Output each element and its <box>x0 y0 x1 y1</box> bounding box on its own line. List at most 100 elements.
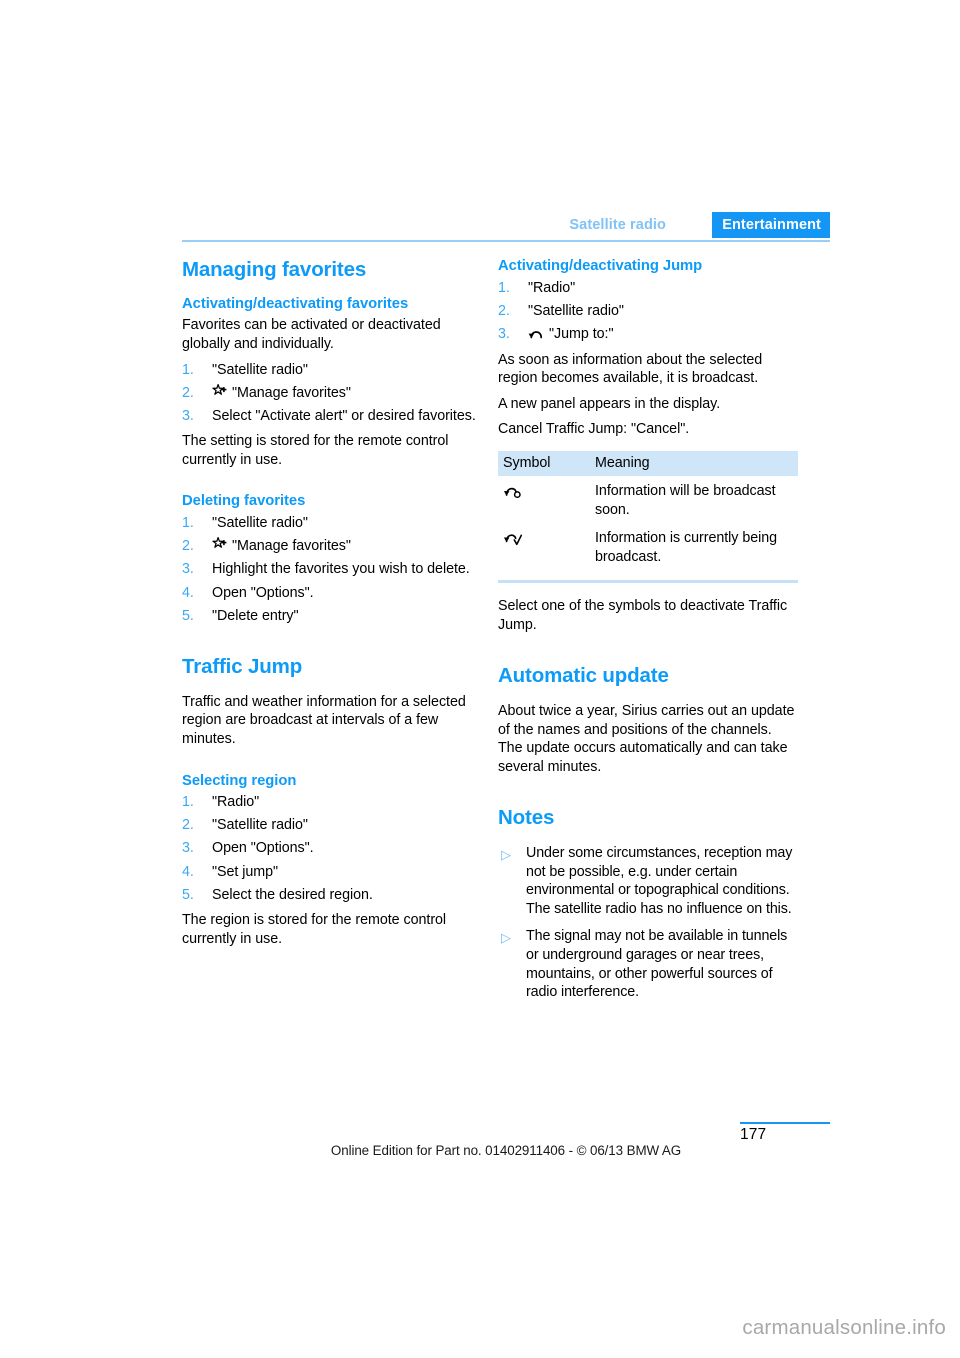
list-item: ▷ The signal may not be available in tunn… <box>498 927 798 1001</box>
paragraph-new-panel: A new panel appears in the display. <box>498 395 721 412</box>
list-item: 4. Open "Options". <box>182 584 482 603</box>
list-item: 1. "Satellite radio" <box>182 514 482 533</box>
steps-selecting-region: 1. "Radio" 2. "Satellite radio" 3. Open "Op… <box>182 793 482 904</box>
symbol-cell <box>498 523 587 570</box>
step-number: 2. <box>182 817 194 834</box>
jump-arch-circle-icon <box>503 482 523 499</box>
step-text: Select "Activate alert" or desired favor… <box>212 407 476 424</box>
step-number: 3. <box>182 840 194 857</box>
heading-activating-deactivating-favorites: Activating/deactivating favorites <box>182 295 409 312</box>
star-plus-icon <box>212 383 229 399</box>
paragraph-automatic-update: About twice a year, Sirius carries out a… <box>498 703 795 775</box>
step-number: 5. <box>182 607 194 624</box>
step-text: "Satellite radio" <box>212 817 308 834</box>
list-item: 3. Open "Options". <box>182 839 482 858</box>
triangle-bullet-icon: ▷ <box>501 846 511 862</box>
paragraph-jump-broadcast: As soon as information about the selecte… <box>498 351 763 387</box>
step-text: "Manage favorites" <box>232 384 351 401</box>
steps-deleting-favorites: 1. "Satellite radio" 2. "Manage favorites"… <box>182 514 482 625</box>
star-plus-icon <box>212 537 229 552</box>
header-section-tab: Entertainment <box>712 212 830 238</box>
list-item: 1. "Radio" <box>498 279 798 298</box>
page-title: Managing favorites <box>182 258 367 281</box>
step-text: "Manage favorites" <box>232 538 351 555</box>
list-item: 1. "Radio" <box>182 793 482 812</box>
step-text: "Radio" <box>212 794 260 811</box>
steps-activating-favorites: 1. "Satellite radio" 2. "Manage favorites"… <box>182 361 482 426</box>
jump-arch-icon <box>528 326 545 340</box>
section-title-automatic-update: Automatic update <box>498 664 669 688</box>
step-number: 1. <box>182 794 194 811</box>
list-item: 2. "Satellite radio" <box>498 302 798 321</box>
heading-activating-deactivating-jump: Activating/deactivating Jump <box>498 258 703 274</box>
meaning-cell: Information will be broadcast soon. <box>595 482 776 518</box>
step-text: "Satellite radio" <box>212 515 308 532</box>
note-text: The signal may not be available in tunne… <box>526 928 788 1001</box>
triangle-bullet-icon: ▷ <box>501 930 511 946</box>
step-number: 4. <box>182 863 194 880</box>
heading-selecting-region: Selecting region <box>182 772 297 789</box>
step-number: 1. <box>182 361 194 378</box>
table-row: Information will be broadcast soon. <box>498 476 798 523</box>
table-row: Information is currently being broadcast… <box>498 523 798 570</box>
step-text: "Delete entry" <box>212 607 299 624</box>
page-number: 177 <box>740 1126 767 1143</box>
symbol-cell <box>498 476 587 523</box>
jump-arch-check-icon <box>503 529 523 548</box>
list-item: 2. "Manage favorites" <box>182 537 482 556</box>
running-header: Satellite radio Entertainment <box>182 212 830 242</box>
step-text: "Jump to:" <box>549 325 614 342</box>
column-header-meaning: Meaning <box>587 450 798 476</box>
manual-page: Satellite radio Entertainment Managing f… <box>0 0 960 1358</box>
step-text: Open "Options". <box>212 584 314 601</box>
section-title-notes: Notes <box>498 806 555 830</box>
step-number: 2. <box>182 538 194 555</box>
list-item: 1. "Satellite radio" <box>182 361 482 380</box>
step-number: 3. <box>182 407 194 424</box>
watermark-label: carmanualsonline.info <box>742 1316 946 1339</box>
list-item: 3. "Jump to:" <box>498 325 798 344</box>
footer-edition-line: Online Edition for Part no. 01402911406 … <box>330 1143 682 1158</box>
meaning-cell: Information is currently being broadcast… <box>595 530 778 565</box>
page-number-rule <box>740 1122 830 1124</box>
column-header-symbol: Symbol <box>498 450 587 476</box>
header-rule <box>182 240 830 242</box>
right-column: Activating/deactivating Jump 1. "Radio" 2… <box>498 258 798 1011</box>
symbol-meaning-table: Symbol Meaning Information will be broad… <box>498 450 798 570</box>
section-title-traffic-jump: Traffic Jump <box>182 655 303 679</box>
list-item: 3. Highlight the favorites you wish to de… <box>182 560 482 579</box>
step-number: 1. <box>182 515 194 532</box>
step-number: 1. <box>498 279 510 296</box>
notes-list: ▷ Under some circumstances, reception may… <box>498 844 798 1002</box>
header-chapter-label: Satellite radio <box>569 217 666 233</box>
list-item: 5. "Delete entry" <box>182 607 482 626</box>
paragraph-deactivate-jump: Select one of the symbols to deactivate … <box>498 598 788 633</box>
step-text: Select the desired region. <box>212 886 373 903</box>
paragraph-region-outro: The region is stored for the remote cont… <box>182 912 447 947</box>
note-text: Under some circumstances, reception may … <box>526 844 793 917</box>
paragraph-traffic-jump-intro: Traffic and weather information for a se… <box>182 693 466 747</box>
heading-deleting-favorites: Deleting favorites <box>182 493 306 510</box>
list-item: 2. "Manage favorites" <box>182 383 482 403</box>
step-number: 3. <box>498 325 510 342</box>
list-item: 2. "Satellite radio" <box>182 816 482 835</box>
table-header-row: Symbol Meaning <box>498 450 798 476</box>
paragraph-cancel-jump: Cancel Traffic Jump: "Cancel". <box>498 421 690 438</box>
step-text: "Satellite radio" <box>528 302 624 319</box>
step-number: 3. <box>182 561 194 578</box>
list-item: 3. Select "Activate alert" or desired fav… <box>182 407 482 426</box>
step-number: 2. <box>182 384 194 401</box>
list-item: 5. Select the desired region. <box>182 886 482 905</box>
step-number: 2. <box>498 302 510 319</box>
paragraph-favorites-intro: Favorites can be activated or deactivate… <box>182 317 441 352</box>
step-number: 5. <box>182 886 194 903</box>
step-number: 4. <box>182 584 194 601</box>
step-text: Highlight the favorites you wish to dele… <box>212 561 470 578</box>
step-text: "Radio" <box>528 279 576 296</box>
paragraph-favorites-outro: The setting is stored for the remote con… <box>182 433 449 468</box>
left-column: Managing favorites Activating/deactivati… <box>182 258 482 955</box>
list-item: 4. "Set jump" <box>182 863 482 882</box>
step-text: "Satellite radio" <box>212 361 308 378</box>
steps-activating-jump: 1. "Radio" 2. "Satellite radio" 3. "Jump to… <box>498 279 798 344</box>
table-bottom-rule <box>498 580 798 584</box>
